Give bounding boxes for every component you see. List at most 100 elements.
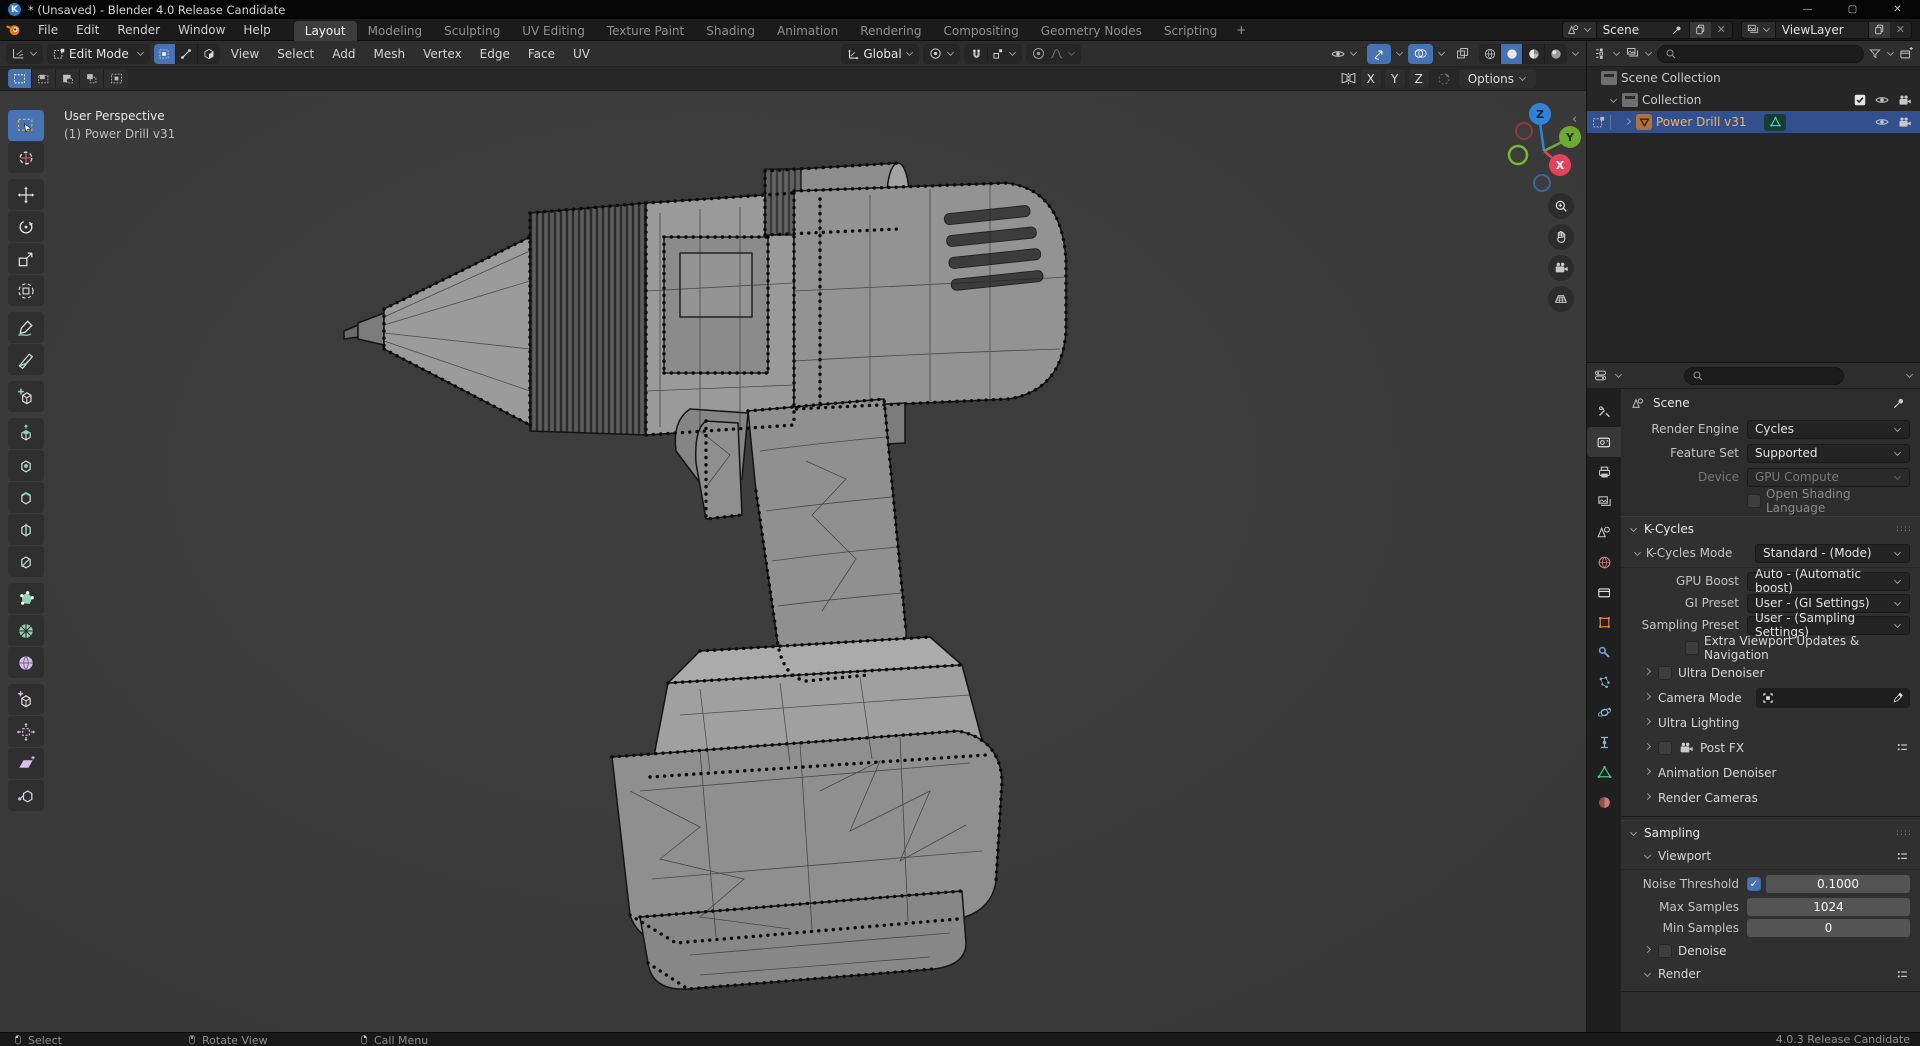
ultra-denoiser-row[interactable]: Ultra Denoiser: [1621, 660, 1920, 685]
knife-tool-button[interactable]: [8, 546, 44, 577]
xray-toggle[interactable]: [1450, 44, 1475, 64]
render-engine-dropdown[interactable]: Cycles: [1747, 420, 1910, 439]
new-collection-icon[interactable]: [1899, 46, 1914, 61]
properties-tab-constraints[interactable]: [1587, 727, 1621, 757]
smooth-tool-button[interactable]: [8, 647, 44, 678]
properties-editor-icon[interactable]: [1593, 368, 1608, 383]
properties-tab-scene[interactable]: [1587, 517, 1621, 547]
sampling-viewport-header[interactable]: Viewport: [1621, 845, 1920, 867]
shear-tool-button[interactable]: [8, 748, 44, 779]
properties-tab-particles[interactable]: [1587, 667, 1621, 697]
properties-tab-world[interactable]: [1587, 547, 1621, 577]
bevel-tool-button[interactable]: [8, 482, 44, 513]
maximize-button[interactable]: ▢: [1830, 0, 1875, 19]
properties-tab-object[interactable]: [1587, 607, 1621, 637]
inset-faces-tool-button[interactable]: [8, 450, 44, 481]
post-fx-row[interactable]: Post FX: [1621, 735, 1920, 760]
gi-preset-dropdown[interactable]: User - (GI Settings): [1747, 594, 1910, 613]
add-cube-tool-button[interactable]: [8, 381, 44, 412]
options-dropdown[interactable]: Options: [1459, 69, 1536, 88]
menu-vertex[interactable]: Vertex: [416, 47, 469, 61]
rotate-tool-button[interactable]: [8, 211, 44, 242]
show-overlays-toggle[interactable]: [1408, 44, 1433, 64]
min-samples-field[interactable]: 0: [1747, 919, 1910, 937]
gizmo-minus-x[interactable]: [1516, 123, 1532, 139]
extra-viewport-checkbox[interactable]: [1685, 641, 1699, 655]
viewlayer-browse-button[interactable]: [1742, 22, 1776, 38]
scene-name-field[interactable]: Scene: [1597, 23, 1689, 37]
mode-dropdown[interactable]: Edit Mode: [47, 44, 150, 64]
edge-select-mode-button[interactable]: [176, 44, 198, 64]
workspace-tab-animation[interactable]: Animation: [766, 21, 849, 41]
correct-face-attributes-icon[interactable]: [1436, 71, 1452, 87]
rip-region-tool-button[interactable]: [8, 780, 44, 811]
post-fx-checkbox[interactable]: [1658, 741, 1672, 755]
expand-arrow-icon[interactable]: [1624, 117, 1631, 124]
workspace-tab-texture-paint[interactable]: Texture Paint: [596, 21, 695, 41]
osl-checkbox[interactable]: [1747, 494, 1761, 508]
viewport-3d[interactable]: User Perspective (1) Power Drill v31 Z Y…: [0, 91, 1586, 1032]
loop-cut-tool-button[interactable]: [8, 514, 44, 545]
properties-tab-tool[interactable]: [1587, 397, 1621, 427]
extrude-region-tool-button[interactable]: [8, 418, 44, 449]
gpu-boost-dropdown[interactable]: Auto - (Automatic boost): [1747, 572, 1910, 591]
menu-window[interactable]: Window: [169, 19, 234, 41]
outliner-row-collection[interactable]: Collection: [1587, 89, 1920, 111]
snap-target-icon[interactable]: [991, 47, 1005, 61]
annotate-tool-button[interactable]: [8, 312, 44, 343]
outliner-search-input[interactable]: [1657, 45, 1864, 63]
properties-search-input[interactable]: [1684, 367, 1844, 385]
vertex-select-mode-button[interactable]: [154, 44, 176, 64]
scene-browse-button[interactable]: [1563, 22, 1597, 38]
transform-orientation-dropdown[interactable]: Global: [841, 44, 918, 64]
workspace-tab-compositing[interactable]: Compositing: [932, 21, 1029, 41]
disable-render-icon[interactable]: [1897, 93, 1912, 108]
properties-tab-render[interactable]: [1587, 427, 1621, 457]
cursor-tool-button[interactable]: [8, 142, 44, 173]
outliner-viewlayer-icon[interactable]: [1625, 46, 1640, 61]
select-subtract-button[interactable]: [56, 69, 80, 88]
properties-tab-physics[interactable]: [1587, 697, 1621, 727]
menu-view[interactable]: View: [224, 47, 266, 61]
workspace-tab-sculpting[interactable]: Sculpting: [433, 21, 511, 41]
render-cameras-row[interactable]: Render Cameras: [1621, 785, 1920, 810]
sampling-preset-dropdown[interactable]: User - (Sampling Settings): [1747, 616, 1910, 635]
unlink-scene-button[interactable]: ✕: [1711, 23, 1732, 36]
editor-type-button[interactable]: [6, 44, 43, 64]
select-set-button[interactable]: [8, 69, 32, 88]
outliner-row-power-drill[interactable]: Power Drill v31: [1587, 111, 1920, 133]
noise-threshold-field[interactable]: 0.1000: [1766, 875, 1910, 893]
gizmo-minus-z[interactable]: [1534, 175, 1550, 191]
properties-tab-modifiers[interactable]: [1587, 637, 1621, 667]
workspace-tab-modeling[interactable]: Modeling: [357, 21, 434, 41]
magnet-icon[interactable]: [969, 46, 984, 61]
visibility-dropdown[interactable]: [1325, 44, 1363, 64]
close-button[interactable]: ✕: [1875, 0, 1920, 19]
panel-drag-handle[interactable]: ::::: [1896, 828, 1912, 838]
hide-viewport-icon[interactable]: [1874, 114, 1890, 130]
viewlayer-name-field[interactable]: ViewLayer: [1776, 23, 1868, 37]
mirror-icon[interactable]: [1340, 70, 1357, 87]
menu-help[interactable]: Help: [234, 19, 279, 41]
add-workspace-button[interactable]: +: [1228, 23, 1254, 37]
menu-edge[interactable]: Edge: [473, 47, 517, 61]
noise-threshold-checkbox[interactable]: ✓: [1747, 877, 1761, 891]
workspace-tab-geometry-nodes[interactable]: Geometry Nodes: [1030, 21, 1153, 41]
shading-wireframe-button[interactable]: [1479, 44, 1501, 64]
pin-icon[interactable]: [1671, 24, 1683, 36]
shading-rendered-button[interactable]: [1545, 44, 1567, 64]
edge-slide-tool-button[interactable]: [8, 684, 44, 715]
ultra-lighting-row[interactable]: Ultra Lighting: [1621, 710, 1920, 735]
blender-logo-icon[interactable]: [0, 21, 29, 38]
measure-tool-button[interactable]: [8, 344, 44, 375]
remove-viewlayer-button[interactable]: ✕: [1890, 23, 1911, 36]
sampling-panel-header[interactable]: Sampling ::::: [1621, 821, 1920, 845]
move-tool-button[interactable]: [8, 179, 44, 210]
properties-tab-output[interactable]: [1587, 457, 1621, 487]
shrink-fatten-tool-button[interactable]: [8, 716, 44, 747]
pan-view-button[interactable]: [1548, 224, 1574, 250]
workspace-tab-shading[interactable]: Shading: [695, 21, 766, 41]
pin-icon[interactable]: [1892, 396, 1910, 410]
feature-set-dropdown[interactable]: Supported: [1747, 444, 1910, 463]
outliner-row-scene-collection[interactable]: Scene Collection: [1587, 67, 1920, 89]
